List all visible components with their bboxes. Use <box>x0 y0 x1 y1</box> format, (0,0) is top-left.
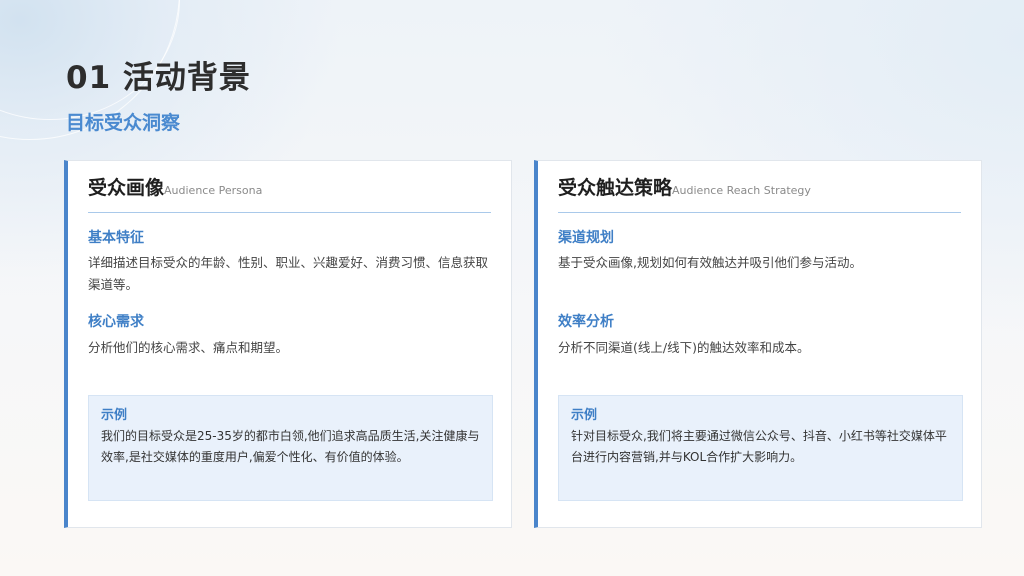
example-heading: 示例 <box>571 408 598 423</box>
example-box: 示例 我们的目标受众是25-35岁的都市白领,他们追求高品质生活,关注健康与效率… <box>88 395 493 501</box>
page-subtitle: 目标受众洞察 <box>66 112 181 134</box>
example-text: 针对目标受众,我们将主要通过微信公众号、抖音、小红书等社交媒体平台进行内容营销,… <box>571 429 947 464</box>
example-heading: 示例 <box>101 408 128 423</box>
page-title: 01 活动背景 <box>66 60 251 96</box>
section-heading-core-needs: 核心需求 <box>88 314 144 330</box>
card-title: 受众画像 <box>88 177 165 199</box>
section-text-basic-features: 详细描述目标受众的年龄、性别、职业、兴趣爱好、消费习惯、信息获取渠道等。 <box>88 255 489 292</box>
section-text-core-needs: 分析他们的核心需求、痛点和期望。 <box>88 340 289 355</box>
card-title: 受众触达策略 <box>558 177 673 199</box>
section-heading-basic-features: 基本特征 <box>88 230 144 246</box>
section-heading-efficiency-analysis: 效率分析 <box>558 314 614 330</box>
card-title-en: Audience Persona <box>164 184 263 197</box>
audience-persona-card: 受众画像Audience Persona 基本特征 详细描述目标受众的年龄、性别… <box>64 160 512 528</box>
example-text: 我们的目标受众是25-35岁的都市白领,他们追求高品质生活,关注健康与效率,是社… <box>101 429 480 464</box>
section-text-channel-planning: 基于受众画像,规划如何有效触达并吸引他们参与活动。 <box>558 255 862 270</box>
card-header: 受众画像Audience Persona <box>88 173 491 213</box>
section-heading-channel-planning: 渠道规划 <box>558 230 614 246</box>
section-text-efficiency-analysis: 分析不同渠道(线上/线下)的触达效率和成本。 <box>558 340 810 355</box>
audience-reach-strategy-card: 受众触达策略Audience Reach Strategy 渠道规划 基于受众画… <box>534 160 982 528</box>
example-box: 示例 针对目标受众,我们将主要通过微信公众号、抖音、小红书等社交媒体平台进行内容… <box>558 395 963 501</box>
card-header: 受众触达策略Audience Reach Strategy <box>558 173 961 213</box>
card-title-en: Audience Reach Strategy <box>672 184 811 197</box>
